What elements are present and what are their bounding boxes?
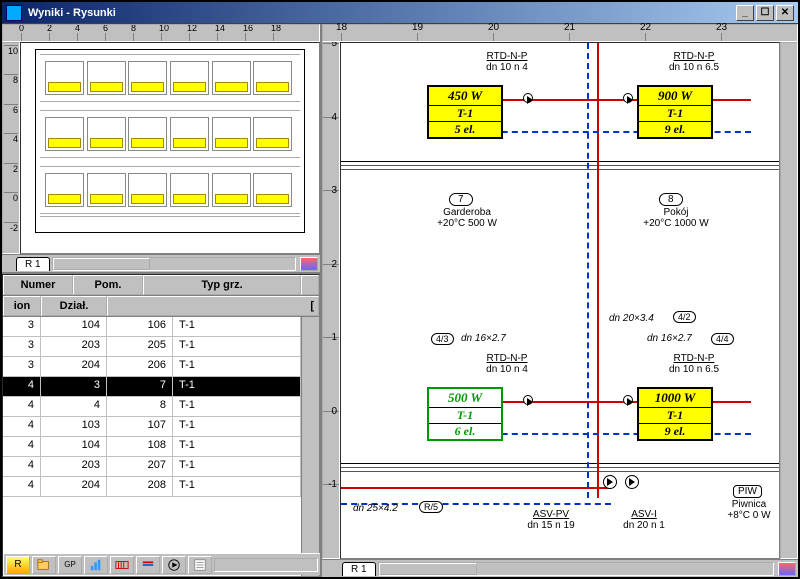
- table-row[interactable]: 3104106T-1: [3, 317, 301, 337]
- overview-tab-r1[interactable]: R 1: [16, 257, 50, 271]
- drawing-ruler-left: 5 4 3 2 1 0 -1: [322, 42, 340, 559]
- window-title: Wyniki - Rysunki: [24, 7, 734, 19]
- room-name-7: Garderoba+20°C 500 W: [427, 207, 507, 229]
- valve-icon: [523, 93, 533, 103]
- radiator-d[interactable]: 1000 W T-1 9 el.: [637, 387, 713, 441]
- table-row[interactable]: 3203205T-1: [3, 337, 301, 357]
- drawing-canvas[interactable]: 450 W T-1 5 el. 900 W T-1 9 el. 500 W T-…: [340, 42, 780, 559]
- table-body[interactable]: 3104106T-13203205T-13204206T-1437T-1448T…: [3, 317, 301, 576]
- seg-r-label: dn 16×2.7: [647, 333, 692, 344]
- basement-label: Piwnica+8°C 0 W: [719, 499, 779, 521]
- col-pom[interactable]: Pom.: [73, 275, 143, 295]
- overview-tabstrip: R 1: [2, 254, 320, 272]
- col2-ion[interactable]: ion: [3, 296, 41, 316]
- drawing-ruler-top: 18 19 20 21 22 23: [322, 24, 798, 42]
- close-button[interactable]: ✕: [776, 5, 794, 21]
- room-bubble-7: 7: [449, 193, 473, 206]
- overview-ruler-left: 108 64 20 -2: [2, 42, 20, 254]
- toolbar-hscroll[interactable]: [214, 558, 318, 572]
- overview-pane: 02 46 810 1214 1618 108 64 20 -2: [2, 24, 320, 274]
- table-vscroll[interactable]: [301, 317, 319, 576]
- maximize-button[interactable]: ☐: [756, 5, 774, 21]
- tool-gp-icon[interactable]: GP: [58, 556, 82, 574]
- col-numer[interactable]: Numer: [3, 275, 73, 295]
- label-rtd-b: RTD-N-Pdn 10 n 6.5: [649, 51, 739, 73]
- pump-icon: [625, 475, 639, 489]
- col2-bracket[interactable]: [: [107, 296, 319, 316]
- label-rtd-a: RTD-N-Pdn 10 n 4: [467, 51, 547, 73]
- col-typ[interactable]: Typ grz.: [143, 275, 301, 295]
- basement-tag: PIW: [733, 485, 762, 498]
- valve-icon: [623, 93, 633, 103]
- seg-top-label: dn 20×3.4: [609, 313, 654, 324]
- table-row[interactable]: 4204208T-1: [3, 477, 301, 497]
- table-row[interactable]: 4104108T-1: [3, 437, 301, 457]
- node-4-2: 4/2: [673, 311, 696, 323]
- overview-hscroll[interactable]: [52, 257, 296, 271]
- drawing-palette-button[interactable]: [778, 562, 796, 576]
- col2-dzial[interactable]: Dział.: [41, 296, 107, 316]
- table-row[interactable]: 4203207T-1: [3, 457, 301, 477]
- app-icon: [6, 5, 22, 21]
- tool-folder-icon[interactable]: [32, 556, 56, 574]
- drawing-hscroll[interactable]: [378, 562, 774, 576]
- drawing-vscroll[interactable]: [780, 42, 798, 559]
- tool-list-icon[interactable]: [188, 556, 212, 574]
- results-table: Numer Pom. Typ grz. ion Dział. [ 3104106…: [2, 274, 320, 577]
- palette-button[interactable]: [300, 257, 318, 271]
- minimize-button[interactable]: _: [736, 5, 754, 21]
- table-row[interactable]: 3204206T-1: [3, 357, 301, 377]
- seg-l-label: dn 16×2.7: [461, 333, 506, 344]
- node-4-3: 4/3: [431, 333, 454, 345]
- tool-pipe-icon[interactable]: [136, 556, 160, 574]
- tool-play-icon[interactable]: [162, 556, 186, 574]
- asv-i-label: ASV-Idn 20 n 1: [609, 509, 679, 531]
- node-r5: R/5: [419, 501, 443, 513]
- tool-chart-icon[interactable]: [84, 556, 108, 574]
- drawing-tab-r1[interactable]: R 1: [342, 562, 376, 576]
- overview-canvas[interactable]: [20, 42, 320, 254]
- overview-ruler-top: 02 46 810 1214 1618: [2, 24, 320, 42]
- radiator-c[interactable]: 500 W T-1 6 el.: [427, 387, 503, 441]
- tool-tab-r[interactable]: R: [6, 556, 30, 574]
- label-rtd-c: RTD-N-Pdn 10 n 4: [467, 353, 547, 375]
- pump-icon: [603, 475, 617, 489]
- tool-radiator-icon[interactable]: [110, 556, 134, 574]
- node-4-4: 4/4: [711, 333, 734, 345]
- titlebar: Wyniki - Rysunki _ ☐ ✕: [2, 2, 798, 24]
- valve-icon: [523, 395, 533, 405]
- valve-icon: [623, 395, 633, 405]
- table-row[interactable]: 448T-1: [3, 397, 301, 417]
- col-scroll-spacer: [301, 275, 319, 295]
- bot-seg-label: dn 25×4.2: [353, 503, 398, 514]
- room-bubble-8: 8: [659, 193, 683, 206]
- room-name-8: Pokój+20°C 1000 W: [631, 207, 721, 229]
- bottom-toolbar: R GP: [4, 553, 320, 575]
- radiator-a[interactable]: 450 W T-1 5 el.: [427, 85, 503, 139]
- drawing-tabstrip: R 1: [322, 559, 798, 577]
- radiator-b[interactable]: 900 W T-1 9 el.: [637, 85, 713, 139]
- label-rtd-d: RTD-N-Pdn 10 n 6.5: [649, 353, 739, 375]
- table-row[interactable]: 4103107T-1: [3, 417, 301, 437]
- table-row[interactable]: 437T-1: [3, 377, 301, 397]
- asv-pv-label: ASV-PVdn 15 n 19: [511, 509, 591, 531]
